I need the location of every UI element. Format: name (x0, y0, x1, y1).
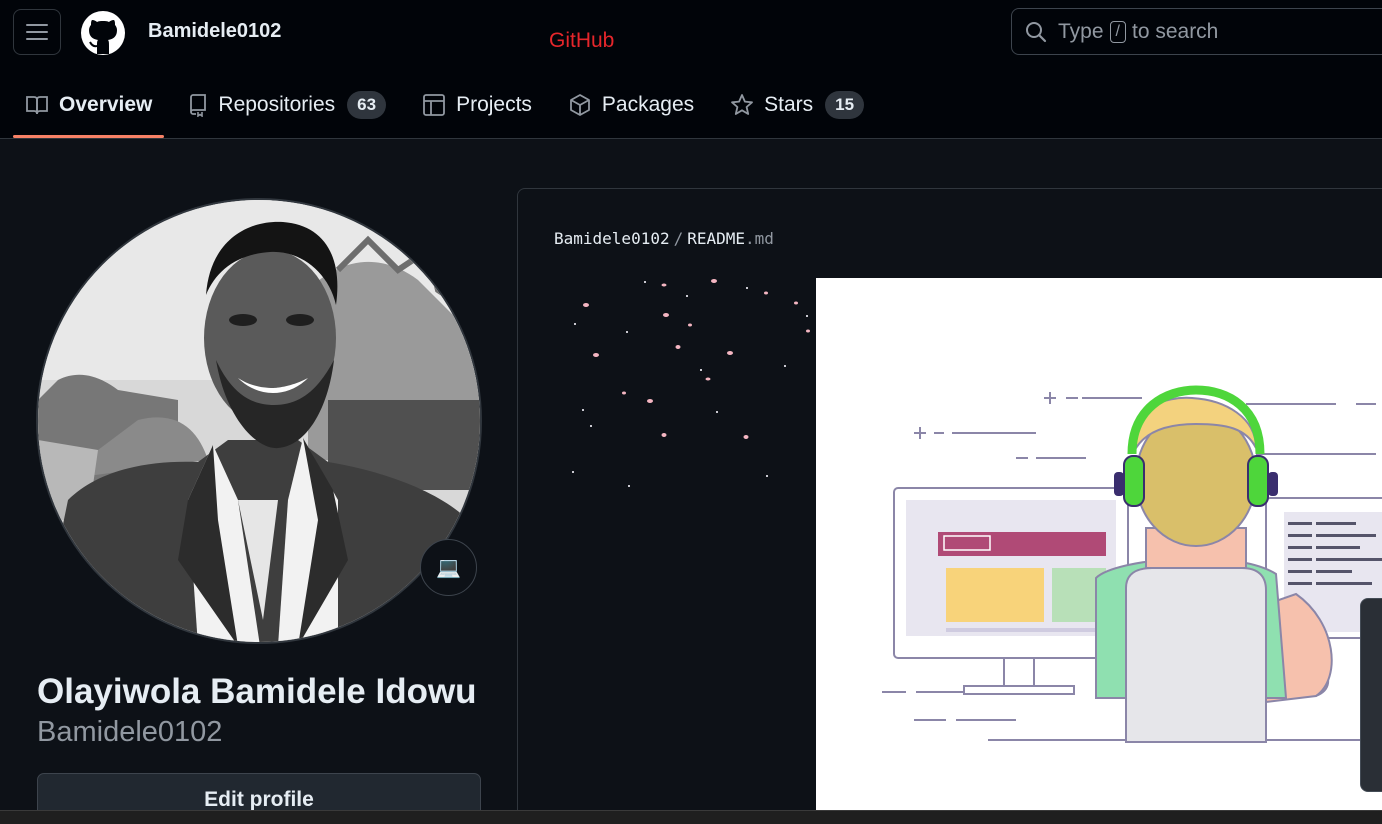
search-shortcut-key: / (1109, 20, 1126, 43)
readme-card: Bamidele0102/README.md (517, 188, 1382, 824)
stars-count-badge: 15 (825, 91, 865, 119)
tab-label: Repositories (218, 93, 336, 116)
site-label: GitHub (549, 29, 615, 52)
tab-packages[interactable]: Packages (556, 82, 706, 128)
table-icon (423, 94, 445, 116)
breadcrumb-separator: / (673, 229, 684, 248)
os-taskbar (0, 810, 1382, 824)
header-username[interactable]: Bamidele0102 (148, 20, 281, 43)
star-icon (731, 94, 754, 115)
tab-label: Projects (456, 93, 532, 116)
profile-full-name: Olayiwola Bamidele Idowu (37, 672, 477, 711)
readme-breadcrumb: Bamidele0102/README.md (554, 229, 774, 248)
tab-label: Packages (601, 93, 695, 116)
readme-banner-illustration (816, 278, 1382, 818)
readme-file-name[interactable]: README (687, 229, 745, 248)
tab-label: Stars (764, 93, 814, 116)
repositories-count-badge: 63 (347, 91, 387, 119)
tab-label: Overview (59, 93, 153, 116)
floating-scroll-handle[interactable] (1360, 598, 1382, 792)
search-prefix: Type (1058, 19, 1104, 43)
tab-overview[interactable]: Overview (13, 82, 165, 138)
app-header: Bamidele0102 GitHub Type / to search Ove… (0, 0, 1382, 139)
avatar-photo (38, 200, 480, 642)
book-icon (26, 96, 48, 115)
hamburger-icon (26, 24, 48, 40)
search-icon (1026, 21, 1047, 42)
readme-file-extension: .md (745, 229, 774, 248)
falling-petals-animation (572, 279, 810, 487)
tab-repositories[interactable]: Repositories 63 (176, 82, 398, 128)
avatar[interactable] (36, 198, 482, 644)
menu-button[interactable] (13, 9, 61, 55)
status-emoji-button[interactable]: 💻 (420, 539, 477, 596)
github-logo-icon[interactable] (80, 10, 126, 56)
tab-projects[interactable]: Projects (410, 82, 544, 128)
repo-icon (190, 94, 207, 117)
readme-owner-link[interactable]: Bamidele0102 (554, 229, 670, 248)
search-suffix: to search (1131, 19, 1219, 43)
profile-tabs: Overview Repositories 63 Projects Packag… (13, 82, 888, 139)
search-input[interactable]: Type / to search (1011, 8, 1382, 55)
profile-login: Bamidele0102 (37, 716, 223, 748)
tab-stars[interactable]: Stars 15 (718, 82, 876, 128)
package-icon (570, 94, 590, 116)
